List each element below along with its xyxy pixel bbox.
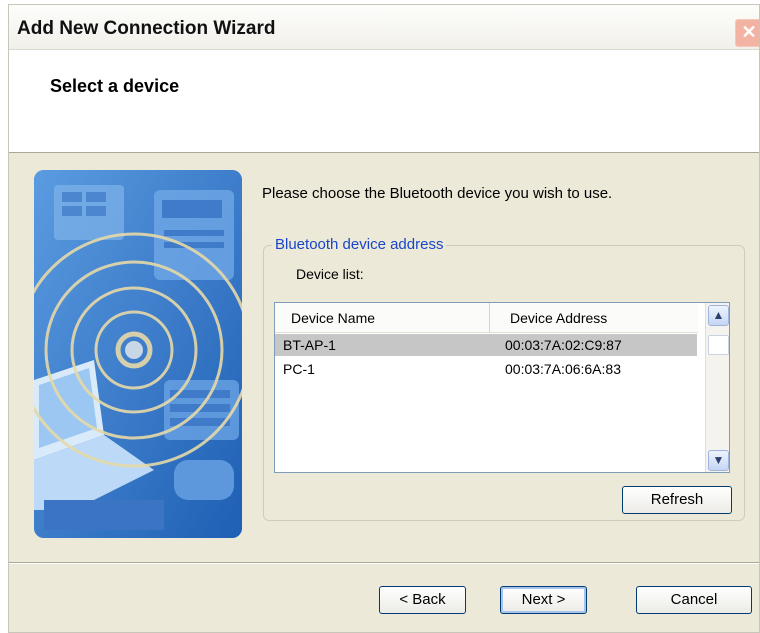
group-label: Bluetooth device address — [272, 236, 447, 253]
device-address-cell: 00:03:7A:02:C9:87 — [505, 337, 622, 353]
device-list[interactable]: Device Name Device Address BT-AP-1 00:03… — [274, 302, 730, 473]
list-item[interactable]: PC-1 00:03:7A:06:6A:83 — [275, 358, 697, 380]
chevron-up-icon[interactable]: ▲ — [708, 305, 729, 326]
device-name-cell: PC-1 — [283, 361, 315, 377]
device-list-label: Device list: — [296, 266, 364, 282]
wizard-header: Select a device — [9, 50, 759, 153]
bluetooth-illustration — [34, 170, 242, 538]
next-button[interactable]: Next > — [500, 586, 587, 614]
bluetooth-signal-illustration-icon — [34, 170, 242, 538]
page-title: Select a device — [50, 76, 180, 96]
scrollbar-thumb[interactable] — [708, 335, 729, 355]
footer-divider — [9, 562, 759, 564]
close-icon[interactable]: ✕ — [735, 19, 759, 47]
list-item[interactable]: BT-AP-1 00:03:7A:02:C9:87 — [275, 334, 697, 356]
wizard-window: Add New Connection Wizard ✕ Select a dev… — [8, 4, 760, 633]
back-button[interactable]: < Back — [379, 586, 466, 614]
chevron-down-icon[interactable]: ▼ — [708, 450, 729, 471]
bluetooth-address-group: Bluetooth device address Device list: De… — [263, 236, 745, 521]
column-header-device-name[interactable]: Device Name — [275, 303, 490, 333]
title-bar: Add New Connection Wizard ✕ — [9, 5, 759, 50]
window-title: Add New Connection Wizard — [17, 18, 276, 39]
cancel-button[interactable]: Cancel — [636, 586, 752, 614]
vertical-scrollbar[interactable]: ▲ ▼ — [705, 303, 729, 472]
refresh-button[interactable]: Refresh — [622, 486, 732, 514]
column-header-device-address[interactable]: Device Address — [490, 303, 698, 333]
instruction-text: Please choose the Bluetooth device you w… — [262, 185, 613, 202]
device-address-cell: 00:03:7A:06:6A:83 — [505, 361, 621, 377]
device-name-cell: BT-AP-1 — [283, 337, 336, 353]
